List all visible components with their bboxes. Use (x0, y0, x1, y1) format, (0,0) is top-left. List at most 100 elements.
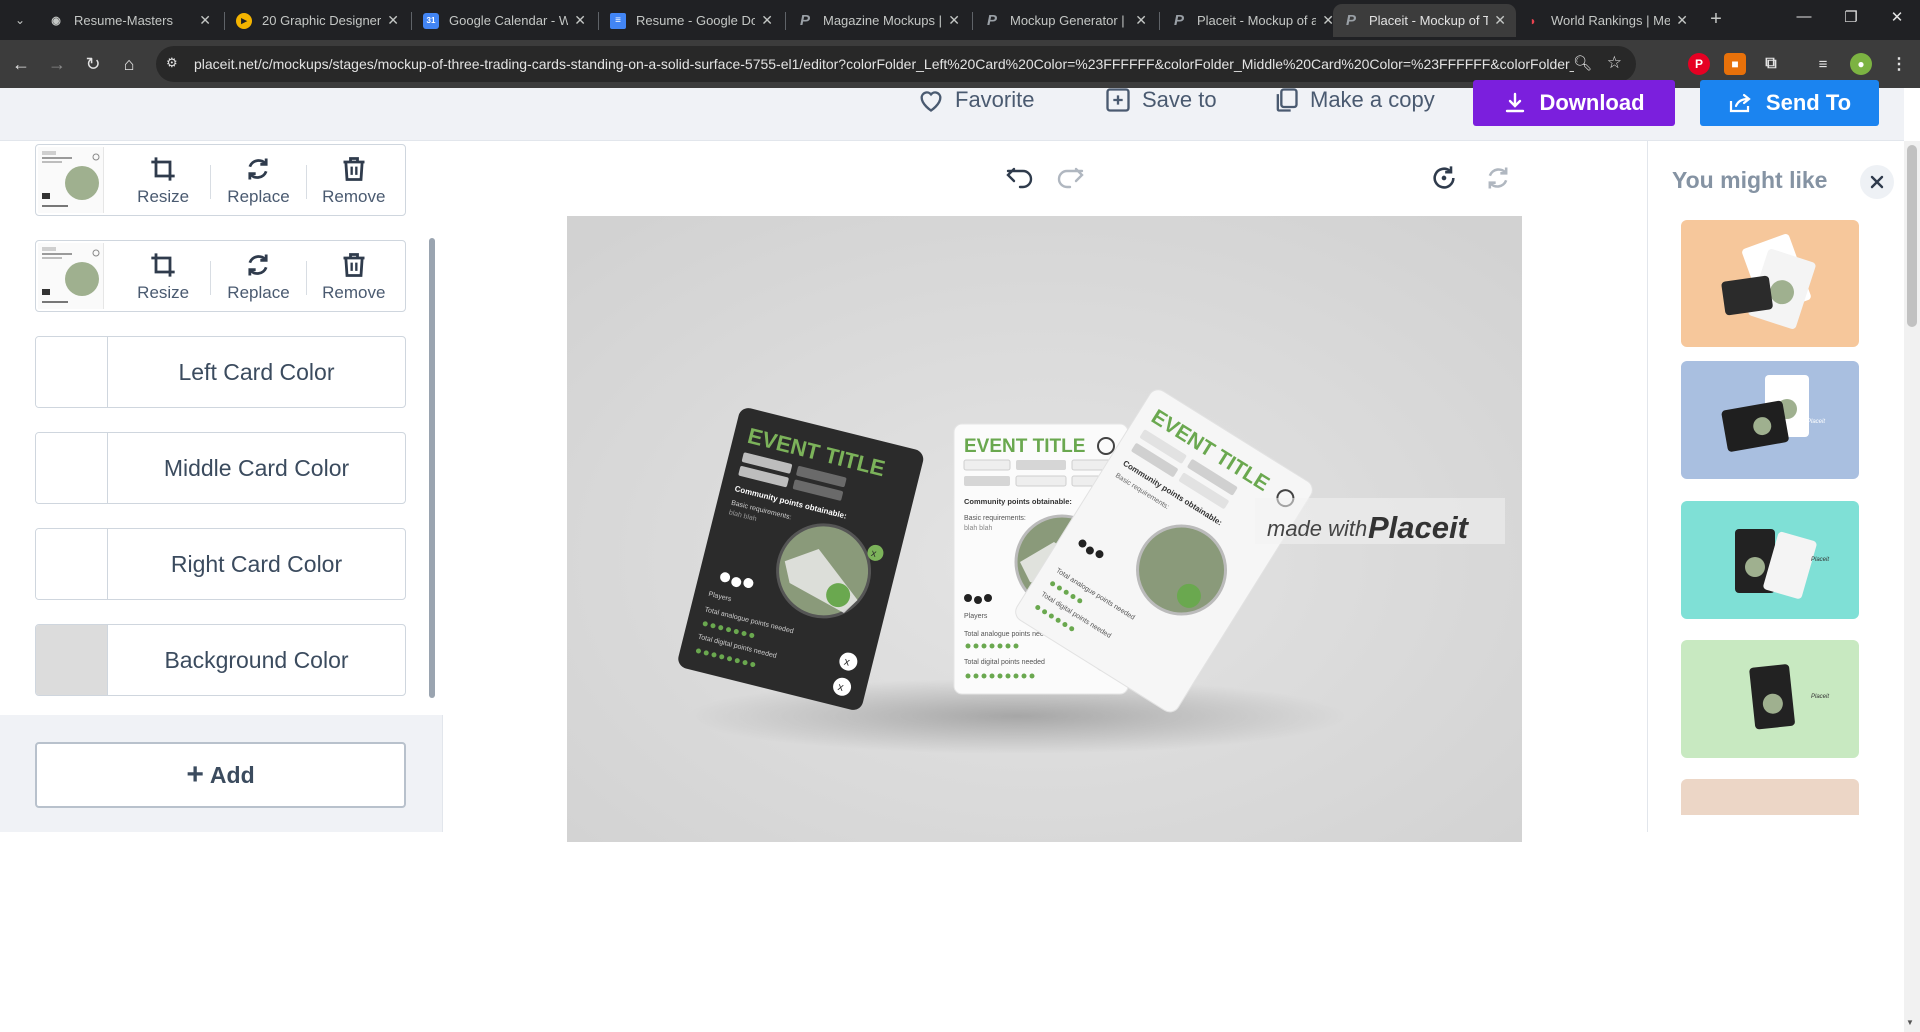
forward-icon[interactable]: → (45, 52, 69, 76)
tab-2[interactable]: 31 Google Calendar - Week ✕ (413, 4, 596, 37)
color-swatch[interactable] (36, 625, 108, 695)
tab-title: World Rankings | Men (1551, 13, 1671, 28)
color-swatch[interactable] (36, 529, 108, 599)
suggestion-thumbnail[interactable]: Placeit (1681, 640, 1859, 758)
right-card-color-picker[interactable]: Right Card Color (35, 528, 406, 600)
tab-4[interactable]: P Magazine Mockups | Placeit ✕ (787, 4, 970, 37)
panel-scrollbar[interactable] (429, 238, 435, 698)
page-scrollbar-thumb[interactable] (1907, 145, 1917, 327)
suggestion-thumbnail[interactable]: Placeit (1681, 361, 1859, 479)
reset-button[interactable] (1426, 160, 1462, 196)
profile-avatar[interactable]: ● (1850, 53, 1872, 75)
tab-divider (972, 12, 973, 30)
middle-card-digital: Total digital points needed (964, 659, 1045, 666)
add-button[interactable]: + Add (35, 742, 406, 808)
zoom-icon[interactable]: 🔍︎ (1573, 54, 1592, 72)
tab-7-active[interactable]: P Placeit - Mockup of Three ✕ (1333, 4, 1516, 37)
placeit-icon: P (799, 12, 810, 29)
home-icon[interactable]: ⌂ (117, 52, 141, 76)
color-swatch[interactable] (36, 433, 108, 503)
plus-icon: + (186, 758, 204, 791)
tab-3[interactable]: ≡ Resume - Google Docs ✕ (600, 4, 783, 37)
minimize-icon[interactable]: — (1789, 8, 1819, 25)
close-window-icon[interactable]: ✕ (1882, 8, 1912, 26)
middle-card-players: Players (964, 613, 988, 620)
middle-card-blah: blah blah (964, 525, 993, 532)
close-tab-icon[interactable]: ✕ (387, 12, 399, 29)
favorite-button[interactable]: Favorite (917, 78, 1034, 122)
new-tab-button[interactable]: + (1704, 8, 1728, 32)
customize-scroll-area[interactable]: Resize Replace Remove Resize Replace Rem… (0, 141, 443, 715)
tab-title: Placeit - Mockup of Three (1369, 13, 1489, 28)
undo-button[interactable] (1002, 160, 1038, 196)
make-copy-button[interactable]: Make a copy (1272, 78, 1435, 122)
replace-button[interactable]: Replace (211, 247, 305, 307)
tab-5[interactable]: P Mockup Generator | Placeit ✕ (974, 4, 1157, 37)
tab-title: 20 Graphic Designer Resume (262, 13, 382, 28)
mockup-canvas[interactable]: EVENT TITLE Community points obtainable:… (567, 216, 1522, 842)
redo-button[interactable] (1052, 160, 1088, 196)
close-tab-icon[interactable]: ✕ (1494, 12, 1506, 29)
left-card-color-picker[interactable]: Left Card Color (35, 336, 406, 408)
tab-title: Placeit - Mockup of a Trading (1197, 13, 1317, 28)
close-tab-icon[interactable]: ✕ (574, 12, 586, 29)
bookmark-star-icon[interactable]: ☆ (1607, 53, 1622, 73)
close-suggestions-button[interactable] (1860, 165, 1894, 199)
suggestion-cards-graphic (1721, 234, 1816, 329)
chrome-menu-icon[interactable]: ⋮ (1888, 53, 1910, 75)
copy-icon (1276, 88, 1298, 112)
scroll-down-arrow-icon[interactable]: ▼ (1906, 1018, 1914, 1027)
middle-card-color-picker[interactable]: Middle Card Color (35, 432, 406, 504)
color-swatch[interactable] (36, 337, 108, 407)
reading-list-icon[interactable]: ≡ (1812, 53, 1834, 75)
regenerate-button[interactable] (1480, 160, 1516, 196)
tab-search-icon[interactable]: ⌄ (8, 8, 32, 32)
extension-badge-icon[interactable]: ■ (1724, 53, 1746, 75)
suggestion-cards-graphic: Placeit (1721, 375, 1825, 452)
extensions-puzzle-icon[interactable]: ⧉ (1760, 53, 1782, 75)
back-icon[interactable]: ← (9, 52, 33, 76)
close-tab-icon[interactable]: ✕ (1135, 12, 1147, 29)
address-bar[interactable]: ⚙ placeit.net/c/mockups/stages/mockup-of… (156, 46, 1636, 82)
tab-1[interactable]: ▸ 20 Graphic Designer Resume ✕ (226, 4, 409, 37)
reset-icon (1433, 166, 1455, 189)
suggestion-thumbnail[interactable]: Placeit (1681, 501, 1859, 619)
remove-button[interactable]: Remove (307, 247, 401, 307)
folder-plus-icon (1106, 88, 1130, 112)
world-rankings-icon: ◗ (1529, 13, 1537, 28)
share-icon (1729, 93, 1751, 113)
close-tab-icon[interactable]: ✕ (948, 12, 960, 29)
pinterest-extension-icon[interactable]: P (1688, 53, 1710, 75)
image-layer-actions: Resize Replace Remove (116, 151, 401, 211)
reload-icon[interactable]: ↻ (81, 52, 105, 76)
restore-icon[interactable]: ❐ (1836, 8, 1866, 26)
save-to-button[interactable]: Save to (1104, 78, 1217, 122)
browser-tab-strip: ⌄ ◉ Resume-Masters ✕ ▸ 20 Graphic Design… (0, 0, 1920, 40)
placeit-icon: P (1173, 12, 1184, 29)
suggestion-cards-graphic: Placeit (1735, 529, 1829, 599)
tab-6[interactable]: P Placeit - Mockup of a Trading ✕ (1161, 4, 1344, 37)
svg-text:Placeit: Placeit (1811, 557, 1829, 563)
send-to-button[interactable]: Send To (1700, 80, 1879, 126)
watermark-prefix: made with (1267, 516, 1367, 541)
undo-icon (1006, 167, 1033, 189)
image-layer-row: Resize Replace Remove (35, 144, 406, 216)
url-text[interactable]: placeit.net/c/mockups/stages/mockup-of-t… (194, 56, 1574, 72)
background-color-picker[interactable]: Background Color (35, 624, 406, 696)
close-tab-icon[interactable]: ✕ (199, 12, 211, 29)
remove-button[interactable]: Remove (307, 151, 401, 211)
download-button[interactable]: Download (1473, 80, 1675, 126)
site-info-icon[interactable]: ⚙ (166, 55, 178, 71)
crop-icon (151, 253, 175, 277)
tab-8[interactable]: ◗ World Rankings | Men ✕ (1515, 4, 1698, 37)
replace-button[interactable]: Replace (211, 151, 305, 211)
suggestions-panel: You might like Placeit Placeit Placeit (1647, 141, 1904, 832)
resize-button[interactable]: Resize (116, 247, 210, 307)
close-tab-icon[interactable]: ✕ (761, 12, 773, 29)
suggestion-thumbnail[interactable] (1681, 220, 1859, 347)
tab-0[interactable]: ◉ Resume-Masters ✕ (38, 4, 221, 37)
suggestion-thumbnail[interactable] (1681, 779, 1859, 815)
resize-label: Resize (137, 187, 190, 206)
close-tab-icon[interactable]: ✕ (1676, 12, 1688, 29)
resize-button[interactable]: Resize (116, 151, 210, 211)
